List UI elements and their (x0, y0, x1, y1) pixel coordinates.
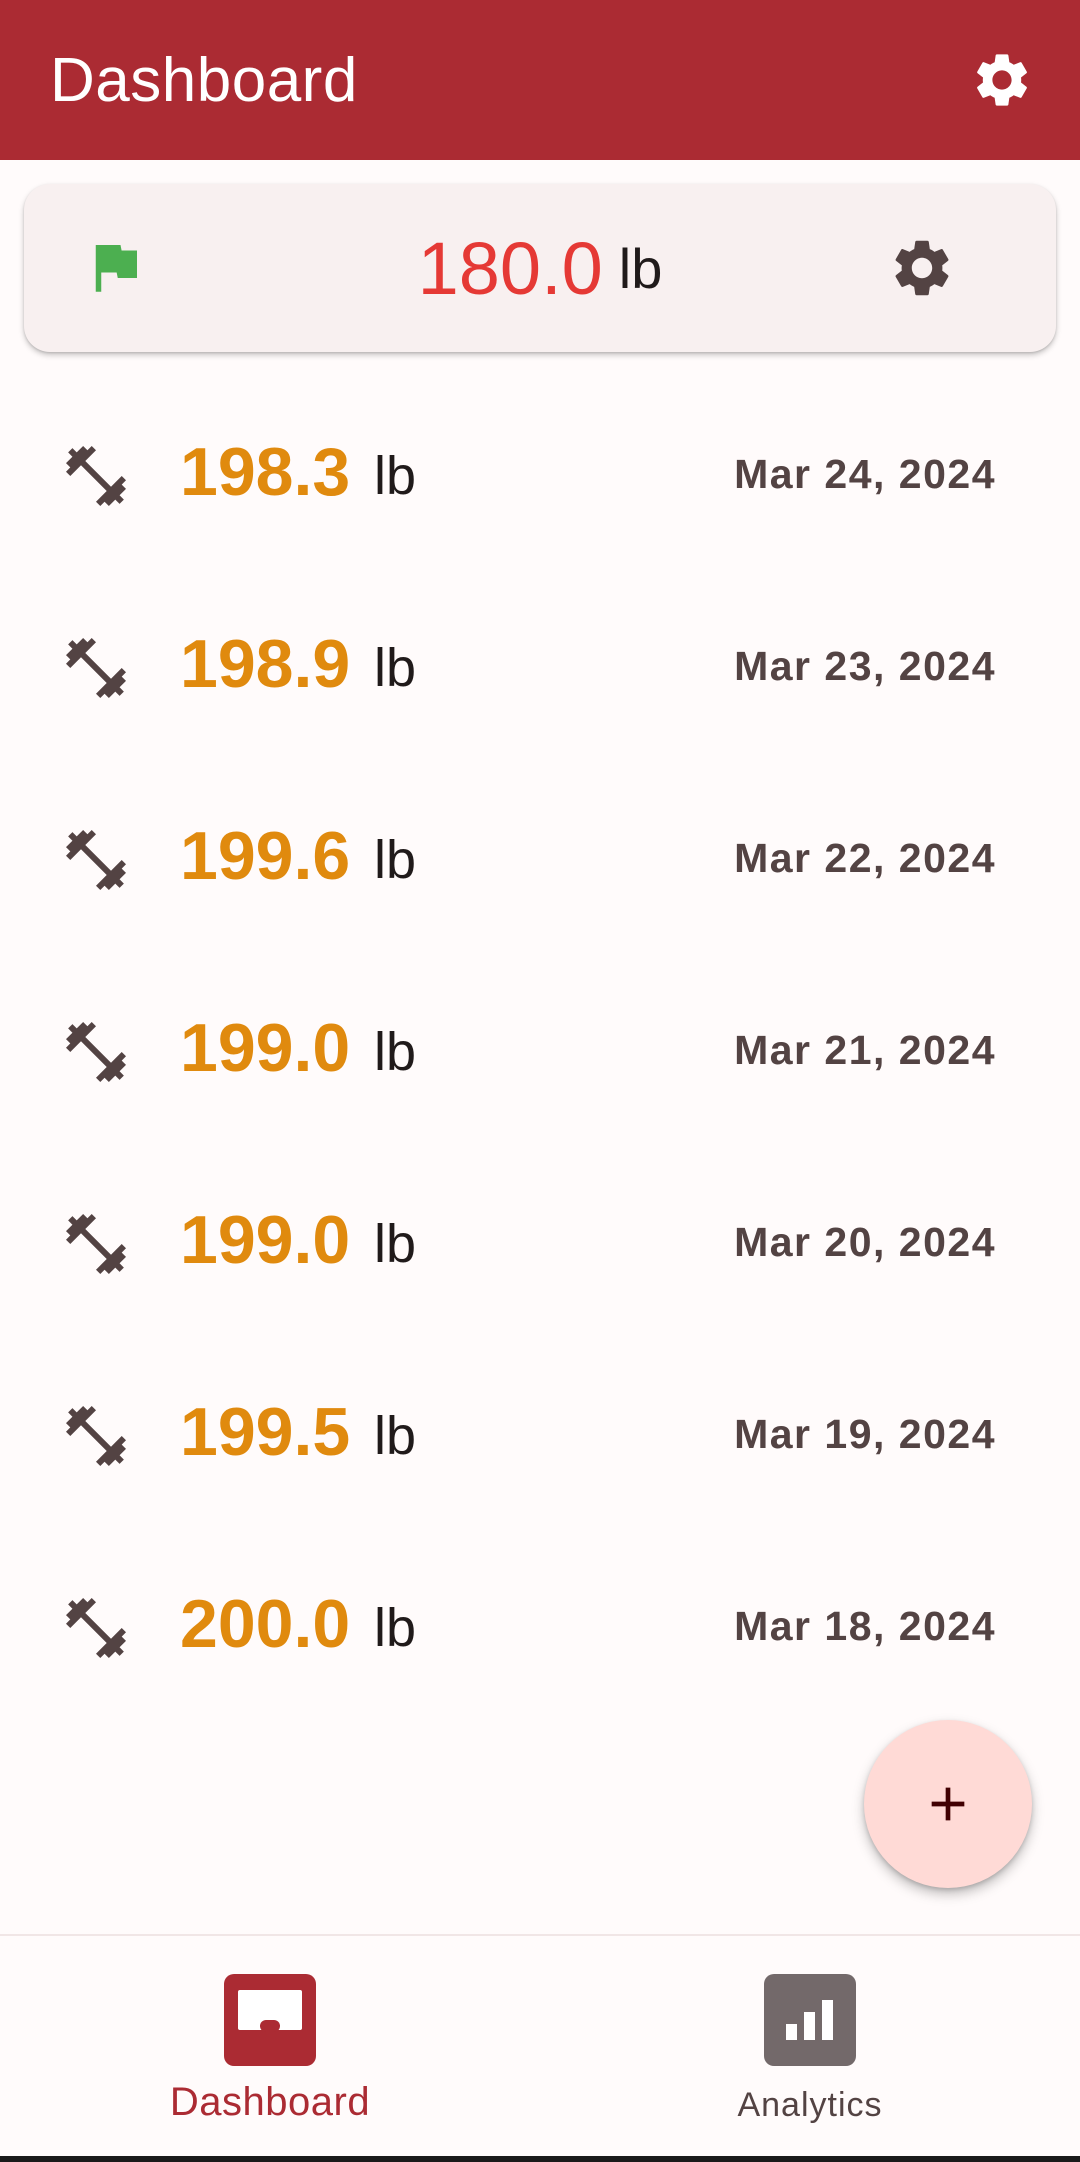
weight-entry-row[interactable]: 199.6 lb Mar 22, 2024 (0, 760, 1080, 952)
settings-gear-icon (977, 54, 1027, 106)
dumbbell-icon (66, 1214, 126, 1274)
app-settings-button[interactable] (960, 38, 1044, 122)
goal-card[interactable]: 180.0 lb (24, 184, 1056, 352)
entry-weight-value: 198.9 (180, 626, 351, 702)
entry-date: Mar 24, 2024 (734, 451, 996, 497)
analytics-icon (764, 1974, 856, 2066)
dumbbell-icon (66, 446, 126, 506)
nav-label-analytics: Analytics (737, 2086, 883, 2124)
entry-weight-value: 200.0 (180, 1586, 351, 1662)
entry-weight-unit: lb (374, 638, 417, 698)
entry-date: Mar 18, 2024 (734, 1603, 996, 1649)
weight-entry-list: 198.3 lb Mar 24, 2024 198.9 lb Mar 23, 2… (0, 376, 1080, 1720)
weight-entry-row[interactable]: 199.0 lb Mar 21, 2024 (0, 952, 1080, 1144)
weight-entry-row[interactable]: 199.0 lb Mar 20, 2024 (0, 1144, 1080, 1336)
app-bar: Dashboard (0, 0, 1080, 160)
page-title: Dashboard (50, 45, 358, 115)
entry-date: Mar 19, 2024 (734, 1411, 996, 1457)
goal-weight-unit: lb (618, 236, 663, 300)
app-root: Dashboard 180.0 lb 198.3 lb Mar 24, 2024 (0, 0, 1080, 2162)
dumbbell-icon (66, 1406, 126, 1466)
plus-icon (931, 1787, 965, 1821)
entry-weight-unit: lb (374, 1022, 417, 1082)
entry-weight-value: 198.3 (180, 434, 351, 510)
goal-settings-button[interactable] (876, 222, 968, 314)
entry-date: Mar 22, 2024 (734, 835, 996, 881)
settings-gear-icon (895, 240, 949, 296)
entry-weight-unit: lb (374, 1598, 417, 1658)
entry-weight-value: 199.0 (180, 1010, 351, 1086)
add-entry-button[interactable] (864, 1720, 1032, 1888)
weight-entry-row[interactable]: 198.3 lb Mar 24, 2024 (0, 376, 1080, 568)
dumbbell-icon (66, 830, 126, 890)
entry-weight-unit: lb (374, 1406, 417, 1466)
dumbbell-icon (66, 638, 126, 698)
entry-weight-unit: lb (374, 446, 417, 506)
weight-entry-row[interactable]: 200.0 lb Mar 18, 2024 (0, 1528, 1080, 1720)
entry-date: Mar 20, 2024 (734, 1219, 996, 1265)
nav-item-dashboard[interactable]: Dashboard (0, 1936, 540, 2158)
nav-label-dashboard: Dashboard (169, 2080, 371, 2124)
entry-date: Mar 21, 2024 (734, 1027, 996, 1073)
entry-weight-value: 199.5 (180, 1394, 351, 1470)
dumbbell-icon (66, 1022, 126, 1082)
system-gesture-bar (0, 2156, 1080, 2162)
inbox-icon (224, 1974, 316, 2066)
entry-weight-value: 199.0 (180, 1202, 351, 1278)
goal-weight-value: 180.0 (417, 226, 603, 310)
entry-weight-unit: lb (374, 830, 417, 890)
entry-weight-unit: lb (374, 1214, 417, 1274)
weight-entry-row[interactable]: 199.5 lb Mar 19, 2024 (0, 1336, 1080, 1528)
nav-item-analytics[interactable]: Analytics (540, 1936, 1080, 2158)
weight-entry-row[interactable]: 198.9 lb Mar 23, 2024 (0, 568, 1080, 760)
entry-weight-value: 199.6 (180, 818, 351, 894)
entry-date: Mar 23, 2024 (734, 643, 996, 689)
bottom-navigation: Dashboard Analytics (0, 1934, 1080, 2156)
dumbbell-icon (66, 1598, 126, 1658)
